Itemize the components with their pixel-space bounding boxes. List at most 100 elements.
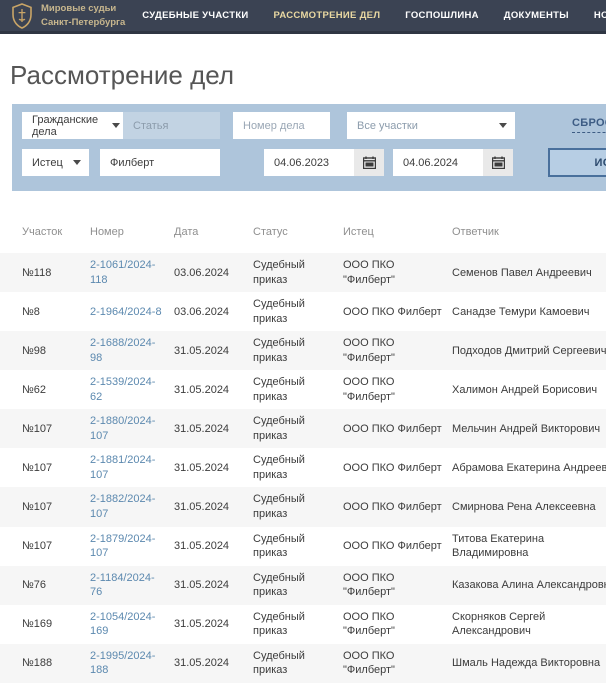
district-select-value: Все участки <box>357 120 418 132</box>
table-row: №107 2-1882/2024-107 31.05.2024 Судебный… <box>0 487 606 526</box>
page-title: Рассмотрение дел <box>10 60 606 90</box>
cell-plaintiff: ООО ПКО "Филберт" <box>343 605 452 644</box>
cell-district: №118 <box>0 253 90 292</box>
cell-district: №62 <box>0 370 90 409</box>
cell-date: 31.05.2024 <box>174 409 253 448</box>
cell-district: №98 <box>0 331 90 370</box>
shield-emblem-icon <box>10 3 34 29</box>
cell-status: Судебный приказ <box>253 527 343 566</box>
column-header: Номер <box>90 217 174 253</box>
cell-plaintiff: ООО ПКО "Филберт" <box>343 566 452 605</box>
cell-status: Судебный приказ <box>253 566 343 605</box>
cell-status: Судебный приказ <box>253 370 343 409</box>
date-to-input[interactable] <box>393 149 483 176</box>
cell-date: 31.05.2024 <box>174 644 253 683</box>
cell-plaintiff: ООО ПКО "Филберт" <box>343 253 452 292</box>
cell-plaintiff: ООО ПКО "Филберт" <box>343 331 452 370</box>
cell-district: №107 <box>0 487 90 526</box>
cell-date: 31.05.2024 <box>174 487 253 526</box>
case-number-link[interactable]: 2-1688/2024-98 <box>90 336 166 365</box>
cell-date: 31.05.2024 <box>174 448 253 487</box>
chevron-down-icon <box>112 123 120 128</box>
cell-date: 31.05.2024 <box>174 370 253 409</box>
cell-status: Судебный приказ <box>253 644 343 683</box>
cell-district: №107 <box>0 448 90 487</box>
date-from-input[interactable] <box>264 149 354 176</box>
nav-item-court-districts[interactable]: СУДЕБНЫЕ УЧАСТКИ <box>142 10 248 21</box>
cell-status: Судебный приказ <box>253 331 343 370</box>
page: Мировые судьи Санкт-Петербурга СУДЕБНЫЕ … <box>0 0 606 683</box>
calendar-icon[interactable] <box>483 149 513 176</box>
nav-item-state-duty[interactable]: ГОСПОШЛИНА <box>405 10 479 21</box>
cell-plaintiff: ООО ПКО Филберт <box>343 292 452 331</box>
nav-item-documents[interactable]: ДОКУМЕНТЫ <box>504 10 569 21</box>
case-number-link[interactable]: 2-1964/2024-8 <box>90 305 162 320</box>
column-header: Истец <box>343 217 452 253</box>
cell-district: №8 <box>0 292 90 331</box>
cell-plaintiff: ООО ПКО Филберт <box>343 527 452 566</box>
nav-item-news[interactable]: НОВОСТИ <box>594 10 606 21</box>
cell-defendant: Абрамова Екатерина Андреевна <box>452 448 606 487</box>
table-row: №8 2-1964/2024-8 03.06.2024 Судебный при… <box>0 292 606 331</box>
table-row: №118 2-1061/2024-118 03.06.2024 Судебный… <box>0 253 606 292</box>
site-title: Мировые судьи Санкт-Петербурга <box>41 2 125 29</box>
district-select[interactable]: Все участки <box>347 112 515 139</box>
case-number-input[interactable] <box>233 112 330 139</box>
column-header: Статус <box>253 217 343 253</box>
cell-date: 03.06.2024 <box>174 292 253 331</box>
cell-district: №107 <box>0 409 90 448</box>
cell-date: 03.06.2024 <box>174 253 253 292</box>
cell-defendant: Титова Екатерина Владимировна <box>452 527 606 566</box>
cell-status: Судебный приказ <box>253 448 343 487</box>
site-logo[interactable]: Мировые судьи Санкт-Петербурга <box>10 2 125 29</box>
table-row: №98 2-1688/2024-98 31.05.2024 Судебный п… <box>0 331 606 370</box>
case-number-link[interactable]: 2-1995/2024-188 <box>90 649 166 678</box>
cell-defendant: Смирнова Рена Алексеевна <box>452 487 606 526</box>
cell-date: 31.05.2024 <box>174 566 253 605</box>
cell-defendant: Семенов Павел Андреевич <box>452 253 606 292</box>
main-nav: СУДЕБНЫЕ УЧАСТКИ РАССМОТРЕНИЕ ДЕЛ ГОСПОШЛИ… <box>142 10 606 21</box>
cell-status: Судебный приказ <box>253 409 343 448</box>
case-type-select[interactable]: Гражданские дела <box>22 112 128 139</box>
case-number-link[interactable]: 2-1882/2024-107 <box>90 492 166 521</box>
cell-defendant: Халимон Андрей Борисович <box>452 370 606 409</box>
table-row: №107 2-1881/2024-107 31.05.2024 Судебный… <box>0 448 606 487</box>
case-number-link[interactable]: 2-1184/2024-76 <box>90 571 166 600</box>
cell-plaintiff: ООО ПКО Филберт <box>343 448 452 487</box>
top-nav-bar: Мировые судьи Санкт-Петербурга СУДЕБНЫЕ … <box>0 0 606 34</box>
table-row: №107 2-1879/2024-107 31.05.2024 Судебный… <box>0 527 606 566</box>
cases-table-wrap: УчастокНомерДатаСтатусИстецОтветчик №118… <box>0 217 606 683</box>
cell-district: №169 <box>0 605 90 644</box>
cell-district: №107 <box>0 527 90 566</box>
party-name-input[interactable] <box>100 149 220 176</box>
cell-defendant: Шмаль Надежда Викторовна <box>452 644 606 683</box>
calendar-icon[interactable] <box>354 149 384 176</box>
cell-plaintiff: ООО ПКО "Филберт" <box>343 644 452 683</box>
article-input <box>123 112 220 139</box>
case-number-link[interactable]: 2-1881/2024-107 <box>90 453 166 482</box>
column-header: Участок <box>0 217 90 253</box>
chevron-down-icon <box>73 160 81 165</box>
cases-table: УчастокНомерДатаСтатусИстецОтветчик №118… <box>0 217 606 683</box>
case-number-link[interactable]: 2-1539/2024-62 <box>90 375 166 404</box>
cell-date: 31.05.2024 <box>174 331 253 370</box>
case-number-link[interactable]: 2-1880/2024-107 <box>90 414 166 443</box>
reset-filters-link[interactable]: СБРОСИТЬ <box>572 117 606 133</box>
cell-date: 31.05.2024 <box>174 527 253 566</box>
table-row: №107 2-1880/2024-107 31.05.2024 Судебный… <box>0 409 606 448</box>
cell-plaintiff: ООО ПКО Филберт <box>343 487 452 526</box>
party-role-select[interactable]: Истец <box>22 149 89 176</box>
party-role-select-value: Истец <box>32 157 63 169</box>
case-number-link[interactable]: 2-1879/2024-107 <box>90 532 166 561</box>
nav-item-case-review[interactable]: РАССМОТРЕНИЕ ДЕЛ <box>274 10 381 21</box>
cell-district: №188 <box>0 644 90 683</box>
case-number-link[interactable]: 2-1061/2024-118 <box>90 258 166 287</box>
table-row: №62 2-1539/2024-62 31.05.2024 Судебный п… <box>0 370 606 409</box>
cell-defendant: Мельчин Андрей Викторович <box>452 409 606 448</box>
cell-plaintiff: ООО ПКО "Филберт" <box>343 370 452 409</box>
search-button[interactable]: ИСКАТЬ <box>548 148 606 177</box>
table-row: №169 2-1054/2024-169 31.05.2024 Судебный… <box>0 605 606 644</box>
cell-date: 31.05.2024 <box>174 605 253 644</box>
case-number-link[interactable]: 2-1054/2024-169 <box>90 610 166 639</box>
chevron-down-icon <box>499 123 507 128</box>
